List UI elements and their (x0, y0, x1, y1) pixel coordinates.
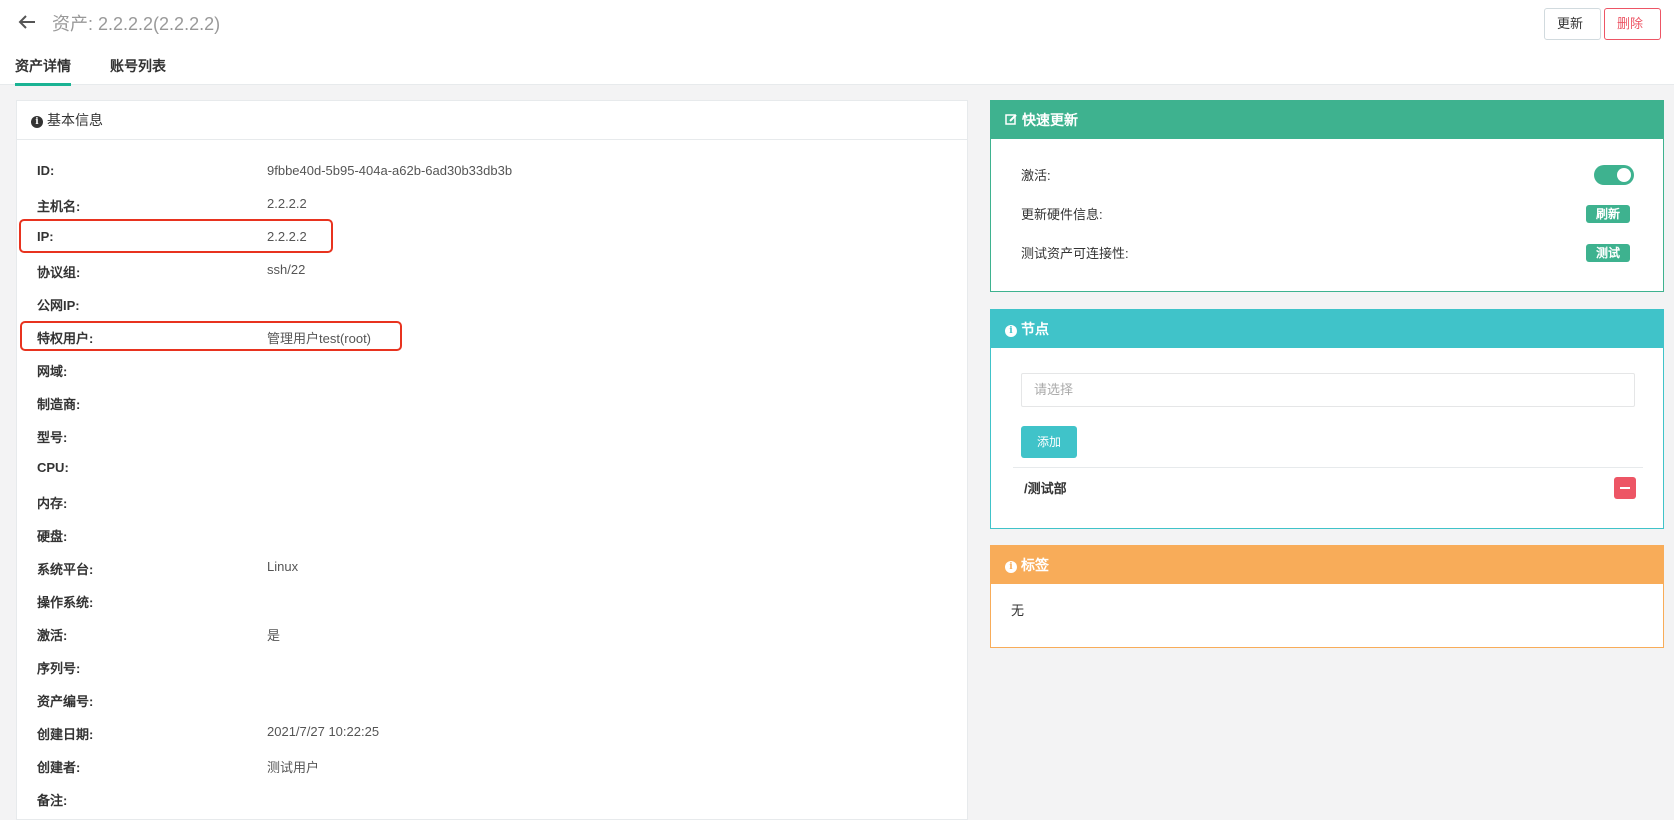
nodes-panel: i 节点 请选择 添加 /测试部 (990, 309, 1664, 529)
info-icon: i (31, 116, 43, 128)
hardware-label: 更新硬件信息: (1021, 207, 1103, 222)
basic-info-header: i 基本信息 (17, 101, 967, 140)
info-label: 系统平台: (37, 562, 94, 577)
tags-header: i 标签 (991, 546, 1663, 584)
info-label: 制造商: (37, 397, 81, 412)
test-connectivity-button[interactable]: 测试 (1586, 244, 1631, 262)
node-select-input[interactable]: 请选择 (1021, 373, 1635, 407)
nodes-header: i 节点 (991, 310, 1663, 348)
tags-value: 无 (1011, 603, 1025, 618)
active-toggle[interactable] (1594, 165, 1634, 185)
tags-title: 标签 (1021, 557, 1049, 573)
divider (1013, 467, 1643, 468)
info-label: CPU: (37, 460, 69, 475)
info-label: 备注: (37, 793, 68, 808)
tab-asset-detail[interactable]: 资产详情 (15, 56, 71, 86)
highlight-box-ip (19, 219, 333, 253)
active-label: 激活: (1021, 168, 1051, 183)
info-value: 2.2.2.2 (267, 196, 307, 211)
info-value: 是 (267, 628, 281, 643)
info-value: 测试用户 (267, 760, 320, 775)
connectivity-label: 测试资产可连接性: (1021, 246, 1129, 261)
info-value: ssh/22 (267, 262, 306, 277)
info-value: 9fbbe40d-5b95-404a-a62b-6ad30b33db3b (267, 163, 513, 178)
edit-icon (1005, 114, 1017, 125)
refresh-hardware-button[interactable]: 刷新 (1586, 205, 1631, 223)
info-label: 型号: (37, 430, 68, 445)
info-label: 公网IP: (37, 298, 80, 313)
arrow-left-icon[interactable] (16, 11, 38, 33)
remove-node-button[interactable] (1614, 477, 1636, 499)
info-label: 内存: (37, 496, 68, 511)
info-label: 网域: (37, 364, 68, 379)
info-value: 2021/7/27 10:22:25 (267, 724, 380, 739)
info-label: 激活: (37, 628, 68, 643)
toggle-knob (1617, 168, 1631, 182)
info-value: Linux (267, 559, 299, 574)
highlight-box-admin-user (20, 321, 402, 351)
basic-info-title: 基本信息 (47, 112, 103, 128)
page-title: 资产: 2.2.2.2(2.2.2.2) (52, 14, 221, 34)
quick-update-panel: 快速更新 激活: 更新硬件信息: 刷新 测试资产可连接性: 测试 (990, 100, 1664, 292)
info-label: 操作系统: (37, 595, 94, 610)
info-label: ID: (37, 163, 55, 178)
info-label: 创建者: (37, 760, 81, 775)
info-label: 主机名: (37, 199, 81, 214)
delete-button[interactable]: 删除 (1604, 8, 1661, 40)
info-label: 协议组: (37, 265, 81, 280)
info-label: 序列号: (37, 661, 81, 676)
top-bar: 资产: 2.2.2.2(2.2.2.2) 更新 删除 资产详情 账号列表 (0, 0, 1674, 86)
info-icon: i (1005, 325, 1017, 337)
info-label: 资产编号: (37, 694, 94, 709)
update-button[interactable]: 更新 (1544, 8, 1601, 40)
tab-account-list[interactable]: 账号列表 (110, 56, 166, 76)
info-icon: i (1005, 561, 1017, 573)
info-label: 创建日期: (37, 727, 94, 742)
basic-info-panel: i 基本信息 ID: 9fbbe40d-5b95-404a-a62b-6ad30b… (16, 100, 968, 820)
node-item: /测试部 (1024, 481, 1067, 496)
add-node-button[interactable]: 添加 (1021, 426, 1077, 458)
quick-update-header: 快速更新 (991, 101, 1663, 139)
quick-update-title: 快速更新 (1022, 112, 1078, 128)
nodes-title: 节点 (1021, 321, 1049, 337)
tags-panel: i 标签 无 (990, 545, 1664, 648)
info-label: 硬盘: (37, 529, 68, 544)
